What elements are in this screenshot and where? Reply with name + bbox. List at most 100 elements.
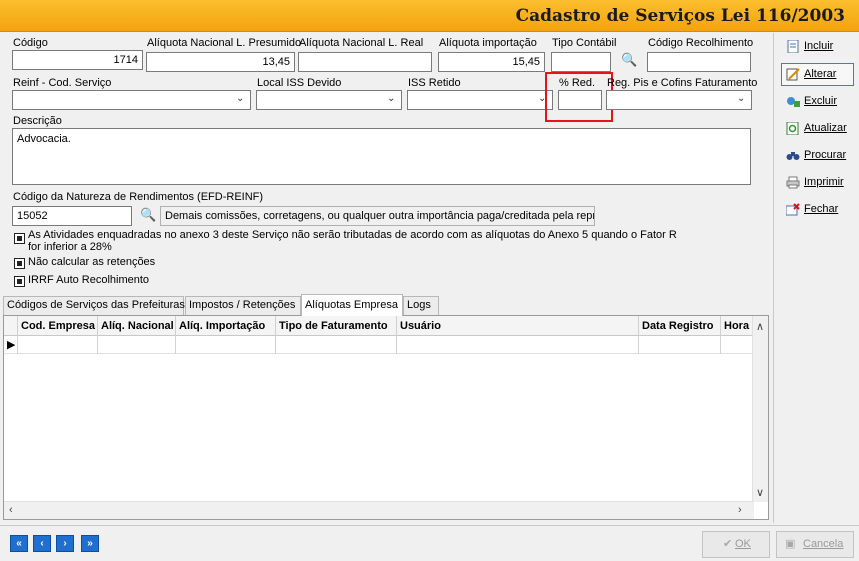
aliq-presumido-input[interactable]: 13,45 <box>146 52 295 72</box>
first-record-button[interactable]: « <box>10 535 28 552</box>
codigo-input[interactable]: 1714 <box>12 50 143 70</box>
column-cod-empresa[interactable]: Cod. Empresa <box>18 316 98 336</box>
checkmark-icon: ✔ <box>723 538 733 550</box>
fechar-label: Fechar <box>804 203 839 215</box>
iss-retido-select[interactable]: ⌄ <box>407 90 553 110</box>
reinf-select[interactable]: ⌄ <box>12 90 251 110</box>
excluir-label: Excluir <box>804 95 838 107</box>
incluir-label: Incluir <box>804 40 834 52</box>
reg-pis-select[interactable]: ⌄ <box>606 90 752 110</box>
cell-aliq-importacao[interactable] <box>176 336 276 354</box>
cell-aliq-nacional[interactable] <box>98 336 176 354</box>
ok-button[interactable]: ✔ OK <box>702 531 770 558</box>
column-data-registro[interactable]: Data Registro <box>639 316 721 336</box>
footer-bar: « ‹ › » ✔ OK ▣ Cancela <box>0 525 859 561</box>
nao-calcular-label: Não calcular as retenções <box>28 256 156 268</box>
tab-impostos-retencoes[interactable]: Impostos / Retenções <box>185 296 301 315</box>
aliq-importacao-label: Alíquota importação <box>439 37 537 49</box>
column-tipo-faturamento[interactable]: Tipo de Faturamento <box>276 316 397 336</box>
scroll-down-icon[interactable]: ∨ <box>756 486 764 499</box>
procurar-label: Procurar <box>804 149 847 161</box>
iss-retido-label: ISS Retido <box>408 77 461 89</box>
cell-hora[interactable] <box>721 336 754 354</box>
binoculars-icon[interactable]: 🔍 <box>140 207 156 223</box>
binoculars-icon <box>786 152 800 160</box>
natureza-label: Código da Natureza de Rendimentos (EFD-R… <box>13 191 264 203</box>
chevron-down-icon: ⌄ <box>737 93 746 104</box>
reg-pis-label: Reg. Pis e Cofins Faturamento <box>607 77 758 89</box>
aliq-importacao-input[interactable]: 15,45 <box>438 52 545 72</box>
tab-logs[interactable]: Logs <box>403 296 439 315</box>
scroll-left-icon[interactable]: ‹ <box>9 504 13 516</box>
vertical-scrollbar[interactable]: ∧ ∨ <box>752 316 768 502</box>
window-title: Cadastro de Serviços Lei 116/2003 <box>515 6 845 26</box>
column-aliq-nacional[interactable]: Alíq. Nacional <box>98 316 176 336</box>
chevron-down-icon: ⌄ <box>387 93 396 104</box>
ok-label: OK <box>735 538 751 550</box>
highlight-box <box>545 72 613 122</box>
local-iss-select[interactable]: ⌄ <box>256 90 402 110</box>
incluir-button[interactable]: Incluir <box>781 35 854 58</box>
anexo3-checkbox[interactable] <box>14 233 25 244</box>
cancela-label: Cancela <box>803 538 844 550</box>
column-hora[interactable]: Hora <box>721 316 754 336</box>
cancela-button[interactable]: ▣ Cancela <box>776 531 854 558</box>
tipo-contabil-input[interactable] <box>551 52 611 72</box>
anexo3-label: As Atividades enquadradas no anexo 3 des… <box>28 229 677 241</box>
next-record-button[interactable]: › <box>56 535 74 552</box>
irrf-label: IRRF Auto Recolhimento <box>28 274 150 286</box>
alterar-label: Alterar <box>804 68 837 80</box>
atualizar-label: Atualizar <box>804 122 847 134</box>
excluir-button[interactable]: Excluir <box>781 90 854 113</box>
cell-cod-empresa[interactable] <box>18 336 98 354</box>
delete-icon <box>787 97 800 107</box>
last-record-button[interactable]: » <box>81 535 99 552</box>
tab-codigos-prefeituras[interactable]: Códigos de Serviços das Prefeituras <box>3 296 185 315</box>
column-usuario[interactable]: Usuário <box>397 316 639 336</box>
grid-indicator-header <box>4 316 18 336</box>
aliq-real-input[interactable] <box>298 52 432 72</box>
title-bar: Cadastro de Serviços Lei 116/2003 <box>0 0 859 32</box>
cell-tipo-faturamento[interactable] <box>276 336 397 354</box>
irrf-checkbox[interactable] <box>14 276 25 287</box>
descricao-textarea[interactable]: Advocacia. <box>12 128 751 185</box>
cancel-icon: ▣ <box>785 538 796 550</box>
alterar-button[interactable]: Alterar <box>781 63 854 86</box>
aliq-real-label: Alíquota Nacional L. Real <box>299 37 424 49</box>
scroll-up-icon[interactable]: ∧ <box>756 320 764 333</box>
anexo3-label-2: for inferior a 28% <box>28 241 112 253</box>
natureza-code-input[interactable]: 15052 <box>12 206 132 226</box>
cell-usuario[interactable] <box>397 336 639 354</box>
imprimir-button[interactable]: Imprimir <box>781 171 854 194</box>
binoculars-icon[interactable]: 🔍 <box>621 52 637 68</box>
descricao-label: Descrição <box>13 115 62 127</box>
imprimir-label: Imprimir <box>804 176 844 188</box>
tab-aliquotas-empresa[interactable]: Alíquotas Empresa <box>301 294 403 316</box>
codigo-recolhimento-label: Código Recolhimento <box>648 37 754 49</box>
chevron-down-icon: ⌄ <box>236 93 245 104</box>
cell-data-registro[interactable] <box>639 336 721 354</box>
codigo-recolhimento-input[interactable] <box>647 52 751 72</box>
row-indicator: ▶ <box>4 336 18 354</box>
codigo-label: Código <box>13 37 48 49</box>
column-aliq-importacao[interactable]: Alíq. Importação <box>176 316 276 336</box>
grid-header: Cod. Empresa Alíq. Nacional Alíq. Import… <box>4 316 754 336</box>
edit-icon <box>786 68 800 81</box>
natureza-description: Demais comissões, corretagens, ou qualqu… <box>160 206 595 226</box>
refresh-icon <box>786 122 799 135</box>
previous-record-button[interactable]: ‹ <box>33 535 51 552</box>
close-door-icon <box>786 203 800 216</box>
aliquotas-grid[interactable]: Cod. Empresa Alíq. Nacional Alíq. Import… <box>3 315 769 520</box>
nao-calcular-checkbox[interactable] <box>14 258 25 269</box>
procurar-button[interactable]: Procurar <box>781 144 854 167</box>
printer-icon <box>786 176 800 189</box>
fechar-button[interactable]: Fechar <box>781 198 854 221</box>
local-iss-label: Local ISS Devido <box>257 77 342 89</box>
action-sidebar: Incluir Alterar Excluir Atualizar Procur… <box>773 33 859 523</box>
reinf-label: Reinf - Cod. Serviço <box>13 77 112 89</box>
table-row[interactable]: ▶ <box>4 336 754 354</box>
scroll-right-icon[interactable]: › <box>738 504 742 516</box>
atualizar-button[interactable]: Atualizar <box>781 117 854 140</box>
aliq-presumido-label: Alíquota Nacional L. Presumido <box>147 37 302 49</box>
horizontal-scrollbar[interactable]: ‹ › <box>4 501 754 519</box>
